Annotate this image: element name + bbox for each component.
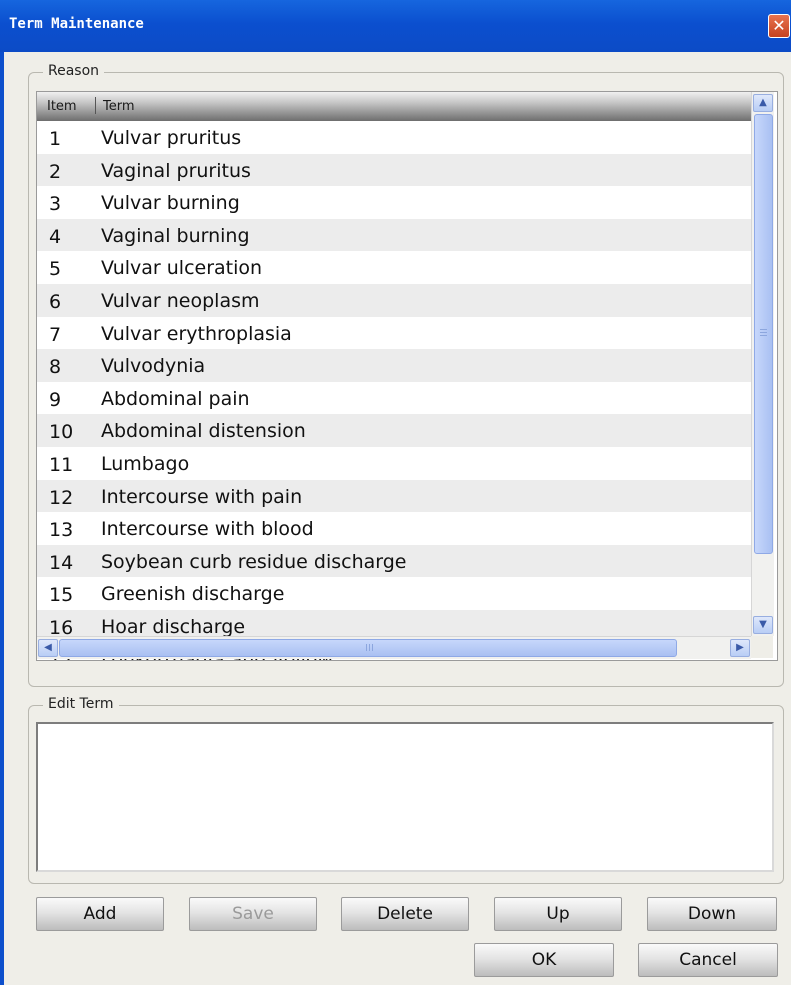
list-row[interactable]: 11 Lumbago <box>37 446 751 480</box>
up-button[interactable]: Up <box>494 897 622 931</box>
list-row[interactable]: 6 Vulvar neoplasm <box>37 283 751 317</box>
row-item-number: 14 <box>49 551 74 574</box>
row-item-number: 5 <box>49 258 62 281</box>
save-button[interactable]: Save <box>189 897 317 931</box>
row-term: Soybean curb residue discharge <box>101 550 407 573</box>
list-row[interactable]: 10 Abdominal distension <box>37 414 751 447</box>
edit-term-group-label: Edit Term <box>43 696 119 712</box>
row-item-number: 13 <box>49 519 74 542</box>
vertical-scrollbar[interactable]: ▲ ▼ <box>751 92 774 636</box>
row-term: Vulvar ulceration <box>101 257 263 280</box>
list-row[interactable]: 7 Vulvar erythroplasia <box>37 316 751 350</box>
row-item-number: 8 <box>49 356 62 379</box>
row-term: Vulvar burning <box>101 192 240 215</box>
row-term: Vulvodynia <box>101 355 206 378</box>
cancel-button[interactable]: Cancel <box>638 943 778 977</box>
row-term: Vaginal pruritus <box>101 159 251 182</box>
scroll-up-arrow-icon[interactable]: ▲ <box>753 94 773 112</box>
reason-group-label: Reason <box>43 63 105 79</box>
edit-term-textarea[interactable] <box>36 722 774 872</box>
row-item-number: 1 <box>49 128 62 150</box>
row-item-number: 11 <box>49 453 74 476</box>
list-row[interactable]: 14 Soybean curb residue discharge <box>37 544 751 578</box>
title-bar[interactable]: Term Maintenance ✕ <box>0 0 791 52</box>
scroll-right-arrow-icon[interactable]: ▶ <box>730 639 750 657</box>
grip-line <box>760 335 767 336</box>
grip-line <box>760 329 767 330</box>
list-rows: 1 Vulvar pruritus 2 Vaginal pruritus 3 Vulvar… <box>37 121 751 660</box>
list-row[interactable]: 13 Intercourse with blood <box>37 512 751 545</box>
row-term: Intercourse with pain <box>101 485 303 508</box>
down-button[interactable]: Down <box>647 897 777 931</box>
row-item-number: 6 <box>49 290 62 313</box>
row-term: Vulvar neoplasm <box>101 289 260 312</box>
scroll-left-arrow-icon[interactable]: ◀ <box>38 639 58 657</box>
list-row[interactable]: 2 Vaginal pruritus <box>37 153 751 187</box>
horizontal-scrollbar[interactable]: ◀ ▶ <box>37 636 751 659</box>
row-item-number: 15 <box>49 584 74 607</box>
delete-button[interactable]: Delete <box>341 897 469 931</box>
close-icon: ✕ <box>772 16 786 35</box>
row-term: Abdominal pain <box>101 387 250 410</box>
list-row[interactable]: 15 Greenish discharge <box>37 577 751 610</box>
horizontal-scroll-thumb[interactable] <box>59 639 677 657</box>
vertical-scroll-thumb[interactable] <box>754 114 773 554</box>
list-row[interactable]: 3 Vulvar burning <box>37 186 751 219</box>
window-title: Term Maintenance <box>9 16 144 32</box>
list-row[interactable]: 8 Vulvodynia <box>37 349 751 382</box>
add-button[interactable]: Add <box>36 897 164 931</box>
window-border <box>0 52 4 985</box>
row-term: Lumbago <box>101 452 190 475</box>
grip-line <box>366 644 367 651</box>
grip-line <box>369 644 370 651</box>
row-term: Hoar discharge <box>101 615 246 638</box>
list-row[interactable]: 12 Intercourse with pain <box>37 479 751 513</box>
list-row[interactable]: 1 Vulvar pruritus <box>37 121 751 154</box>
row-term: Greenish discharge <box>101 583 285 606</box>
close-button[interactable]: ✕ <box>768 14 790 38</box>
list-row[interactable]: 4 Vaginal burning <box>37 218 751 252</box>
row-term: Intercourse with blood <box>101 518 314 541</box>
list-row[interactable]: 5 Vulvar ulceration <box>37 251 751 284</box>
column-header-term[interactable]: Term <box>103 99 135 114</box>
row-item-number: 7 <box>49 323 62 346</box>
row-item-number: 2 <box>49 160 62 183</box>
row-item-number: 12 <box>49 486 74 509</box>
scrollbar-corner <box>751 636 773 658</box>
reason-term-list[interactable]: Item Term 1 Vulvar pruritus 2 Vaginal pruri… <box>36 91 778 661</box>
list-header: Item Term <box>37 92 751 121</box>
row-term: Abdominal distension <box>101 420 306 443</box>
row-item-number: 3 <box>49 193 62 216</box>
row-term: Vulvar pruritus <box>101 127 242 149</box>
grip-line <box>760 332 767 333</box>
row-item-number: 10 <box>49 421 74 444</box>
scroll-down-arrow-icon[interactable]: ▼ <box>753 616 773 634</box>
column-separator[interactable] <box>95 97 96 114</box>
row-item-number: 4 <box>49 225 62 248</box>
row-item-number: 9 <box>49 388 62 411</box>
row-term: Vulvar erythroplasia <box>101 322 292 345</box>
column-header-item[interactable]: Item <box>47 99 77 114</box>
row-term: Vaginal burning <box>101 224 250 247</box>
grip-line <box>372 644 373 651</box>
ok-button[interactable]: OK <box>474 943 614 977</box>
list-row[interactable]: 9 Abdominal pain <box>37 381 751 415</box>
